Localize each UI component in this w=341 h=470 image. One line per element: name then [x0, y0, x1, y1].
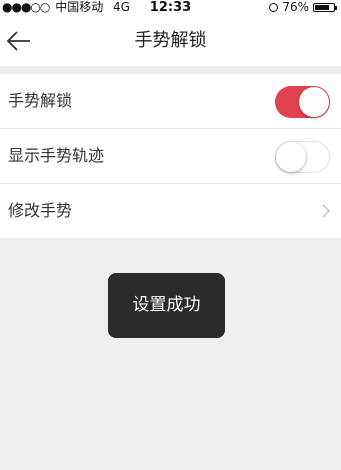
orientation-lock-icon	[269, 3, 279, 12]
nav-bar: 手势解锁	[0, 16, 341, 66]
settings-list: 手势解锁 显示手势轨迹 修改手势	[0, 74, 341, 238]
row-label: 修改手势	[8, 201, 73, 220]
show-gesture-trail-toggle[interactable]	[275, 141, 330, 173]
toggle-knob	[299, 87, 329, 117]
row-label: 显示手势轨迹	[8, 146, 105, 165]
page-title: 手势解锁	[134, 30, 207, 51]
status-right: 76%	[269, 0, 337, 15]
row-label: 手势解锁	[8, 91, 73, 110]
battery-percent: 76%	[282, 0, 309, 14]
battery-icon	[313, 3, 337, 12]
toggle-knob	[276, 142, 306, 172]
row-show-gesture-trail: 显示手势轨迹	[0, 129, 341, 184]
toast-message: 设置成功	[108, 273, 225, 338]
chevron-right-icon	[322, 204, 331, 218]
status-bar: ●●●○○ 中国移动 4G 12:33 76%	[0, 0, 341, 16]
battery-fill	[315, 5, 329, 10]
row-gesture-unlock: 手势解锁	[0, 74, 341, 129]
row-modify-gesture[interactable]: 修改手势	[0, 184, 341, 238]
gesture-unlock-toggle[interactable]	[275, 86, 330, 118]
